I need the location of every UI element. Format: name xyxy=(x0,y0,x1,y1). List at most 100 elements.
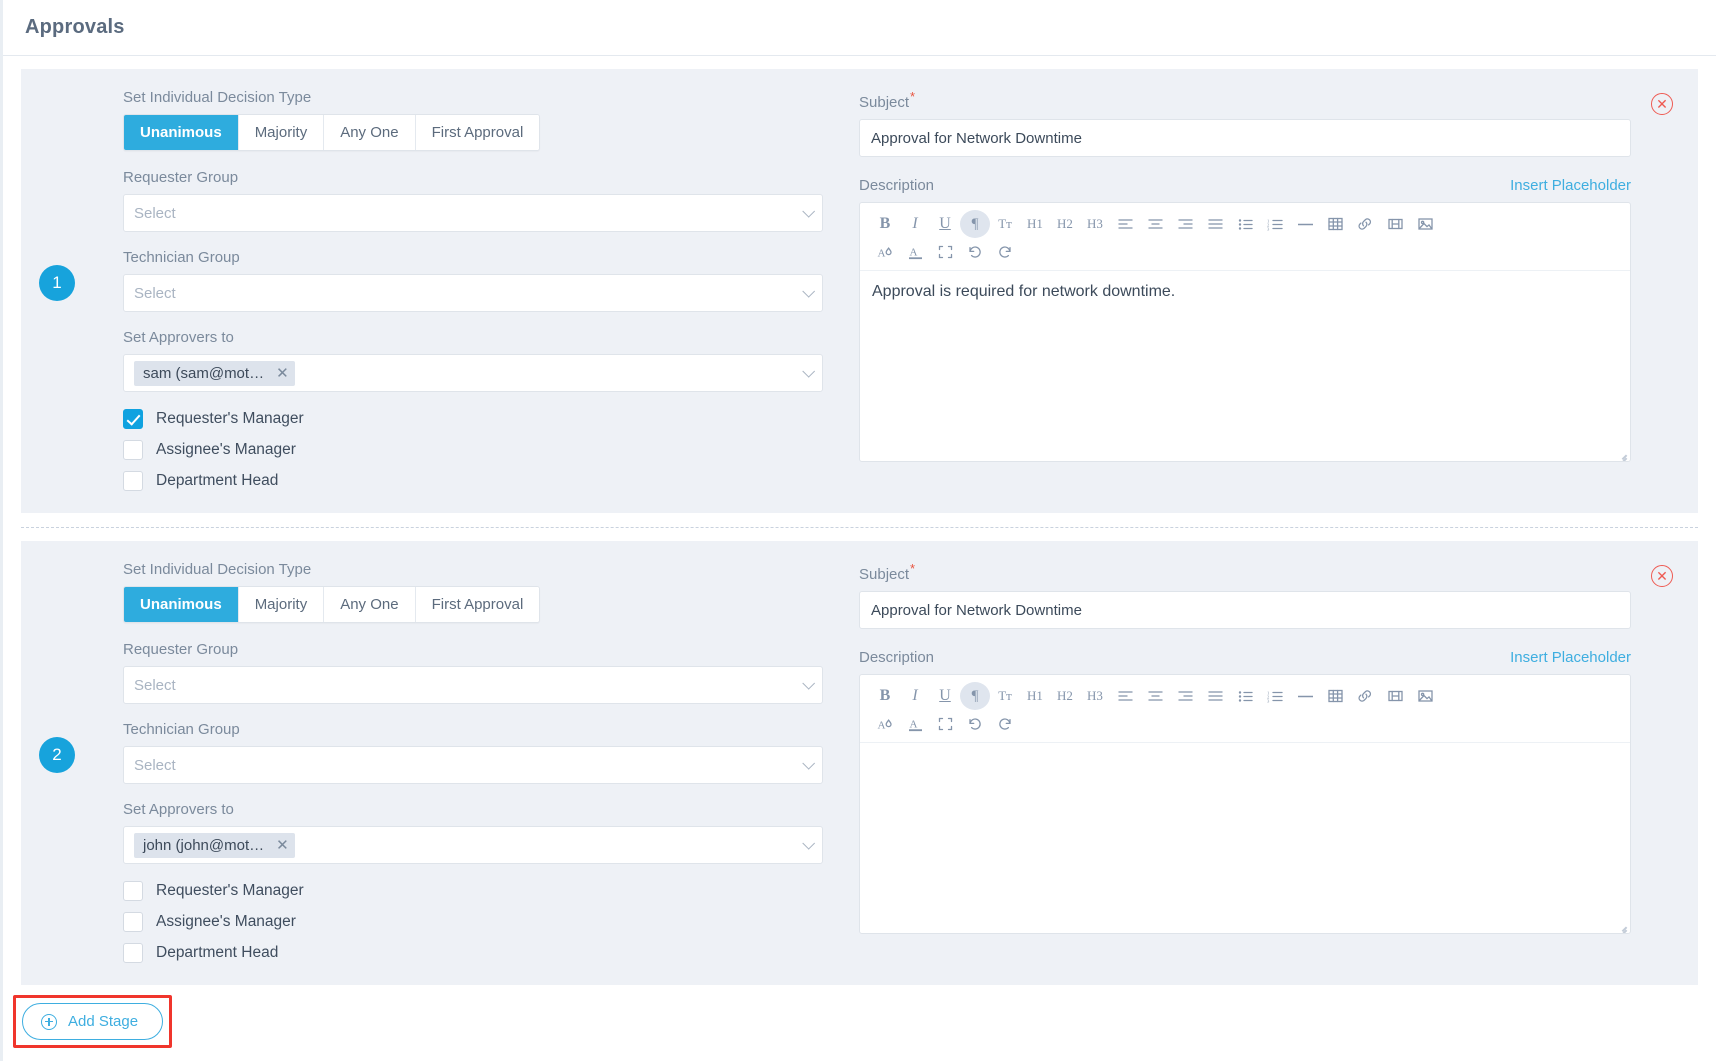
insert-placeholder-link[interactable]: Insert Placeholder xyxy=(1510,649,1631,666)
align-left-icon[interactable] xyxy=(1110,682,1140,710)
decision-type-unanimous[interactable]: Unanimous xyxy=(124,587,239,622)
department-head-row[interactable]: Department Head xyxy=(123,471,841,491)
stage-1-left-column: Set Individual Decision Type Unanimous M… xyxy=(41,89,841,491)
assignees-manager-checkbox[interactable] xyxy=(123,440,143,460)
numbered-list-icon[interactable]: 123 xyxy=(1260,210,1290,238)
requester-group-select[interactable]: Select xyxy=(123,194,823,232)
description-header: Description Insert Placeholder xyxy=(859,177,1631,194)
underline-icon[interactable]: U xyxy=(930,682,960,710)
decision-type-any-one[interactable]: Any One xyxy=(324,587,416,622)
subject-input[interactable] xyxy=(859,119,1631,157)
font-size-icon[interactable]: Tт xyxy=(990,682,1020,710)
description-label: Description xyxy=(859,649,935,666)
requesters-manager-checkbox[interactable] xyxy=(123,409,143,429)
description-label: Description xyxy=(859,177,935,194)
decision-type-first-approval[interactable]: First Approval xyxy=(415,115,540,150)
editor-resize-handle[interactable] xyxy=(1616,919,1628,931)
requesters-manager-checkbox[interactable] xyxy=(123,881,143,901)
text-color-icon[interactable]: A xyxy=(870,710,900,738)
numbered-list-icon[interactable]: 123 xyxy=(1260,682,1290,710)
subject-label-text: Subject xyxy=(859,94,910,111)
approver-chip[interactable]: john (john@mot… ✕ xyxy=(134,832,295,858)
align-right-icon[interactable] xyxy=(1170,210,1200,238)
video-icon[interactable] xyxy=(1380,210,1410,238)
set-approvers-select[interactable]: sam (sam@mot… ✕ xyxy=(123,354,823,392)
decision-type-unanimous[interactable]: Unanimous xyxy=(124,115,239,150)
department-head-checkbox[interactable] xyxy=(123,943,143,963)
bold-icon[interactable]: B xyxy=(870,210,900,238)
requesters-manager-row[interactable]: Requester's Manager xyxy=(123,409,841,429)
paragraph-icon[interactable]: ¶ xyxy=(960,682,990,710)
bold-icon[interactable]: B xyxy=(870,682,900,710)
table-icon[interactable] xyxy=(1320,682,1350,710)
requesters-manager-row[interactable]: Requester's Manager xyxy=(123,881,841,901)
heading-3-icon[interactable]: H3 xyxy=(1080,682,1110,710)
assignees-manager-checkbox[interactable] xyxy=(123,912,143,932)
undo-icon[interactable] xyxy=(960,710,990,738)
background-color-icon[interactable]: A xyxy=(900,710,930,738)
image-icon[interactable] xyxy=(1410,682,1440,710)
assignees-manager-row[interactable]: Assignee's Manager xyxy=(123,912,841,932)
decision-type-majority[interactable]: Majority xyxy=(238,115,325,150)
redo-icon[interactable] xyxy=(990,238,1020,266)
video-icon[interactable] xyxy=(1380,682,1410,710)
remove-stage-button[interactable]: ✕ xyxy=(1651,93,1673,115)
heading-2-icon[interactable]: H2 xyxy=(1050,210,1080,238)
plus-circle-icon xyxy=(41,1013,57,1030)
paragraph-icon[interactable]: ¶ xyxy=(960,210,990,238)
technician-group-select[interactable]: Select xyxy=(123,274,823,312)
decision-type-any-one[interactable]: Any One xyxy=(324,115,416,150)
font-size-icon[interactable]: Tт xyxy=(990,210,1020,238)
requester-group-select[interactable]: Select xyxy=(123,666,823,704)
decision-type-group[interactable]: Unanimous Majority Any One First Approva… xyxy=(123,586,541,623)
subject-input[interactable] xyxy=(859,591,1631,629)
stage-1-right-column: ✕ Subject* Description Insert Placeholde… xyxy=(841,89,1673,491)
editor-resize-handle[interactable] xyxy=(1616,447,1628,459)
table-icon[interactable] xyxy=(1320,210,1350,238)
bullet-list-icon[interactable] xyxy=(1230,682,1260,710)
remove-stage-button[interactable]: ✕ xyxy=(1651,565,1673,587)
heading-3-icon[interactable]: H3 xyxy=(1080,210,1110,238)
set-approvers-select[interactable]: john (john@mot… ✕ xyxy=(123,826,823,864)
heading-1-icon[interactable]: H1 xyxy=(1020,210,1050,238)
heading-2-icon[interactable]: H2 xyxy=(1050,682,1080,710)
undo-icon[interactable] xyxy=(960,238,990,266)
italic-icon[interactable]: I xyxy=(900,210,930,238)
insert-placeholder-link[interactable]: Insert Placeholder xyxy=(1510,177,1631,194)
horizontal-rule-icon[interactable] xyxy=(1290,210,1320,238)
background-color-icon[interactable]: A xyxy=(900,238,930,266)
department-head-row[interactable]: Department Head xyxy=(123,943,841,963)
department-head-checkbox[interactable] xyxy=(123,471,143,491)
fullscreen-icon[interactable] xyxy=(930,238,960,266)
approver-chip[interactable]: sam (sam@mot… ✕ xyxy=(134,360,295,386)
bullet-list-icon[interactable] xyxy=(1230,210,1260,238)
set-approvers-field: Set Approvers to john (john@mot… ✕ xyxy=(123,801,841,864)
add-stage-button[interactable]: Add Stage xyxy=(22,1003,164,1040)
decision-type-majority[interactable]: Majority xyxy=(238,587,325,622)
assignees-manager-row[interactable]: Assignee's Manager xyxy=(123,440,841,460)
remove-chip-icon[interactable]: ✕ xyxy=(276,838,289,853)
approver-chip-label: sam (sam@mot… xyxy=(143,364,265,382)
fullscreen-icon[interactable] xyxy=(930,710,960,738)
heading-1-icon[interactable]: H1 xyxy=(1020,682,1050,710)
align-right-icon[interactable] xyxy=(1170,682,1200,710)
link-icon[interactable] xyxy=(1350,210,1380,238)
align-justify-icon[interactable] xyxy=(1200,210,1230,238)
align-center-icon[interactable] xyxy=(1140,682,1170,710)
description-textarea[interactable]: Approval is required for network downtim… xyxy=(860,271,1630,461)
decision-type-group[interactable]: Unanimous Majority Any One First Approva… xyxy=(123,114,541,151)
align-center-icon[interactable] xyxy=(1140,210,1170,238)
link-icon[interactable] xyxy=(1350,682,1380,710)
horizontal-rule-icon[interactable] xyxy=(1290,682,1320,710)
italic-icon[interactable]: I xyxy=(900,682,930,710)
technician-group-select[interactable]: Select xyxy=(123,746,823,784)
text-color-icon[interactable]: A xyxy=(870,238,900,266)
align-left-icon[interactable] xyxy=(1110,210,1140,238)
image-icon[interactable] xyxy=(1410,210,1440,238)
decision-type-first-approval[interactable]: First Approval xyxy=(415,587,540,622)
redo-icon[interactable] xyxy=(990,710,1020,738)
description-textarea[interactable] xyxy=(860,743,1630,933)
remove-chip-icon[interactable]: ✕ xyxy=(276,366,289,381)
align-justify-icon[interactable] xyxy=(1200,682,1230,710)
underline-icon[interactable]: U xyxy=(930,210,960,238)
